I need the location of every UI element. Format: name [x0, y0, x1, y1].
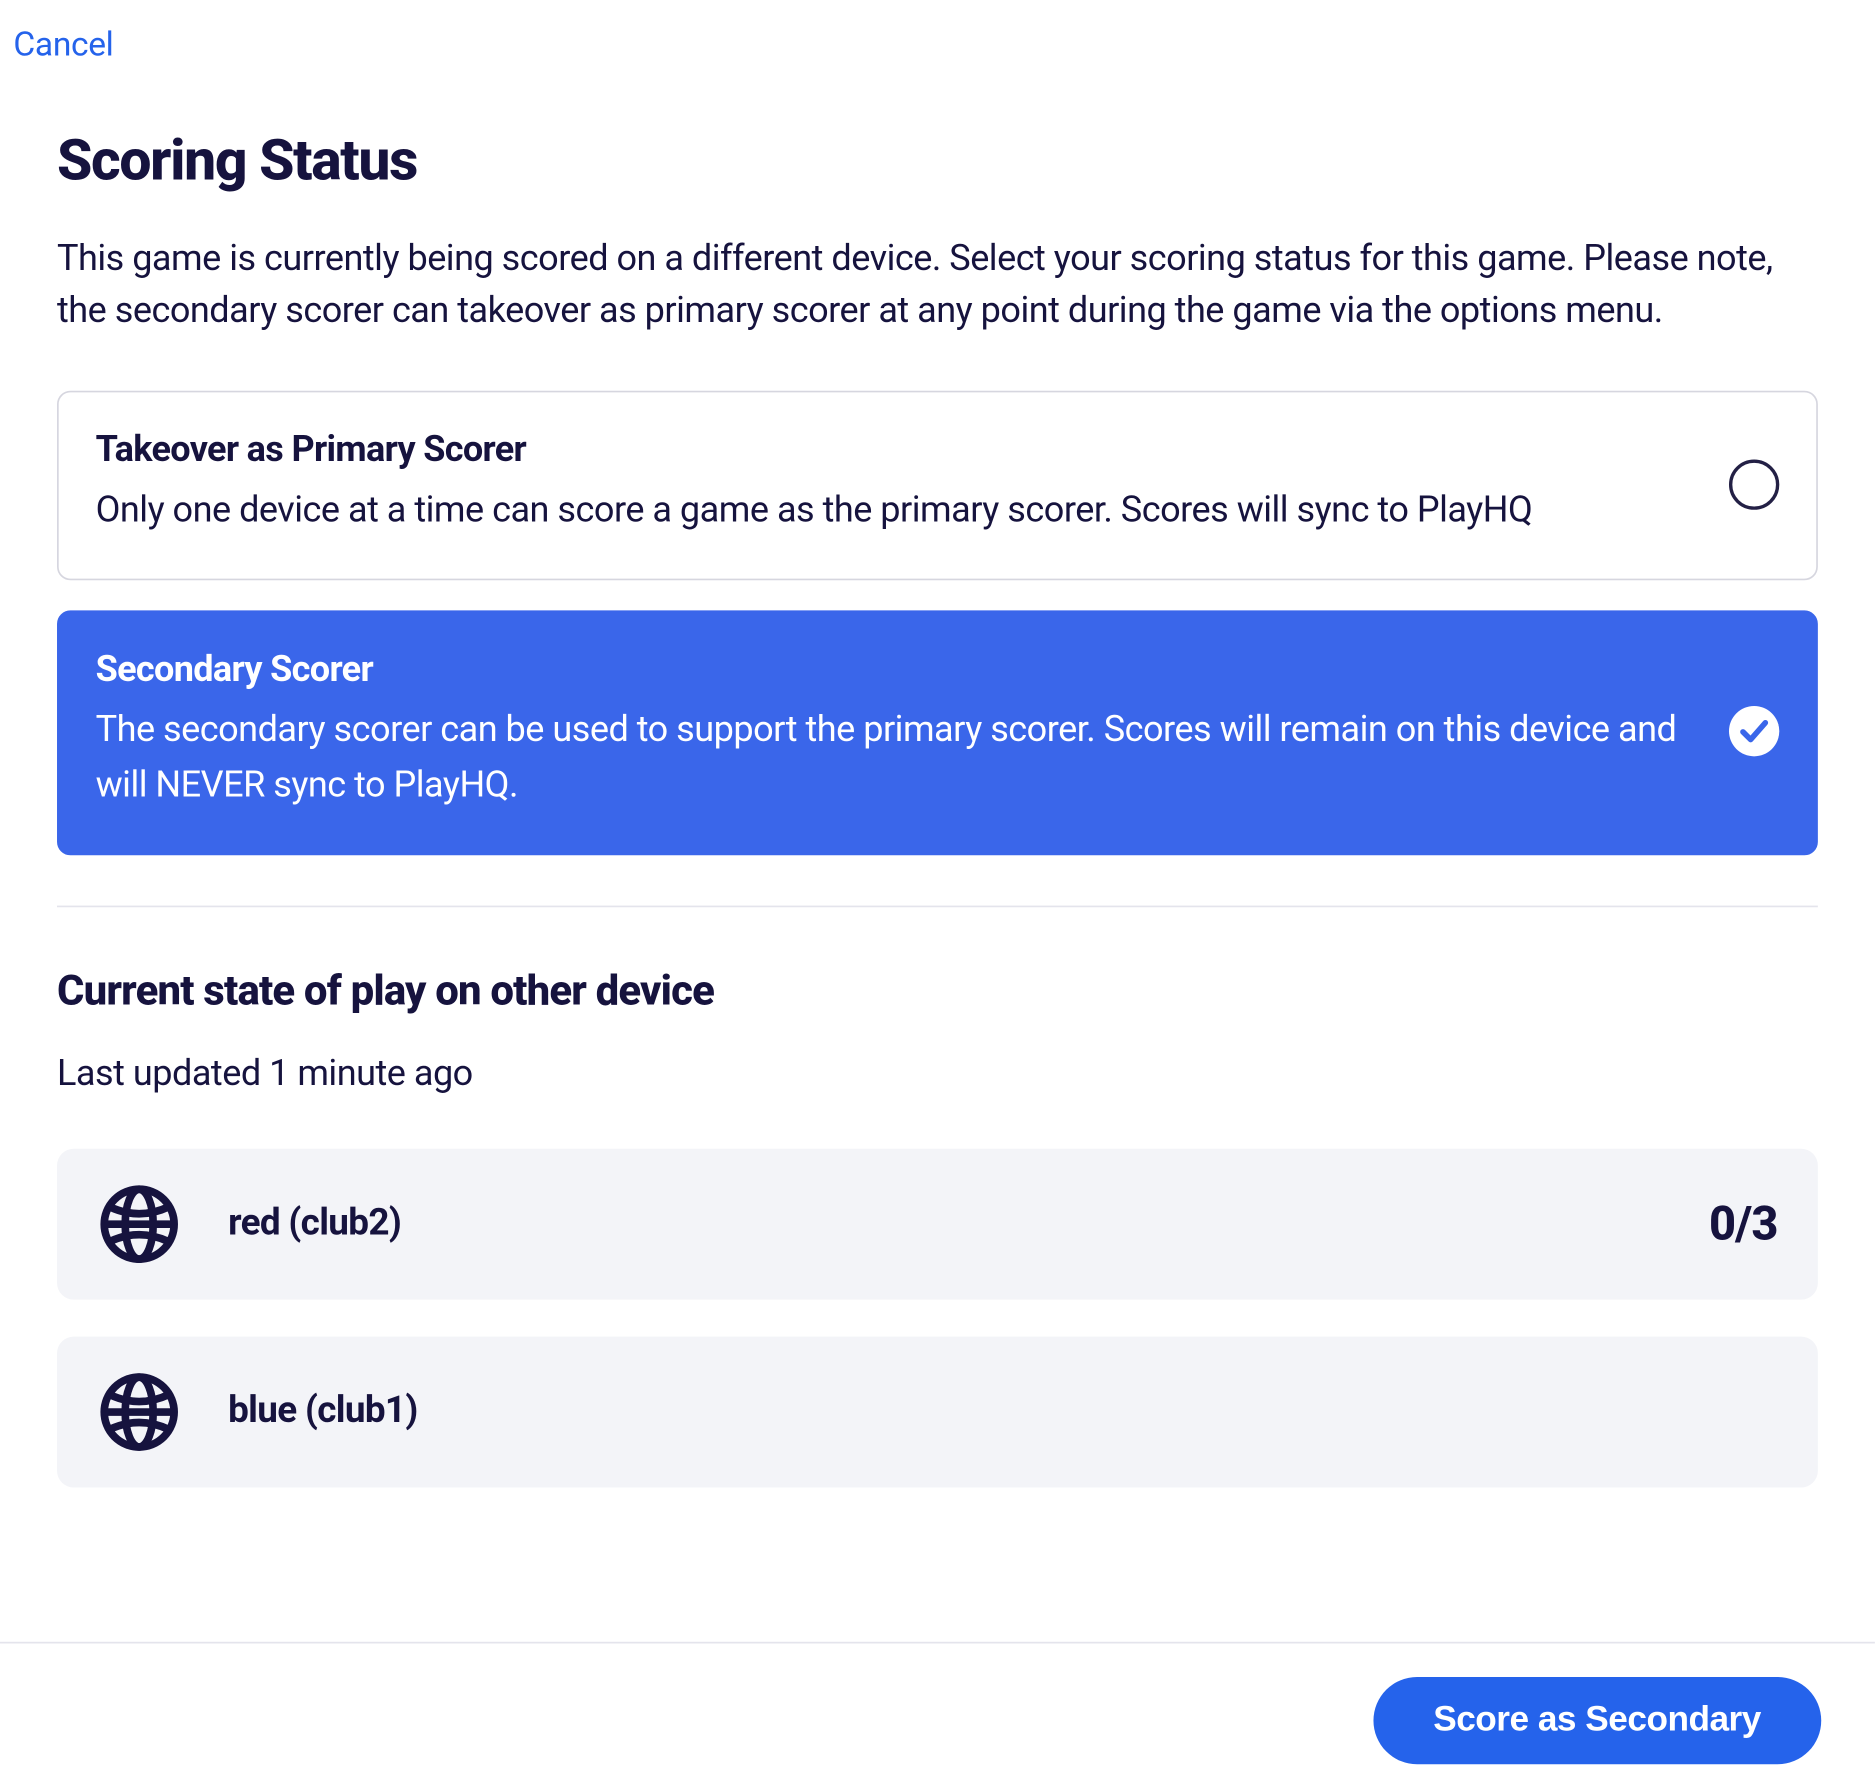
globe-icon	[97, 1370, 181, 1454]
globe-icon	[97, 1182, 181, 1266]
divider	[57, 905, 1818, 907]
state-heading: Current state of play on other device	[57, 967, 1818, 1016]
last-updated: Last updated 1 minute ago	[57, 1053, 1818, 1095]
cancel-button[interactable]: Cancel	[13, 23, 113, 63]
team-name: blue (club1)	[228, 1391, 1731, 1433]
page-title: Scoring Status	[57, 127, 1818, 194]
score-as-secondary-button[interactable]: Score as Secondary	[1373, 1677, 1821, 1764]
intro-text: This game is currently being scored on a…	[57, 235, 1818, 337]
option-title: Secondary Scorer	[96, 649, 1696, 691]
team-row: blue (club1)	[57, 1336, 1818, 1487]
option-secondary-scorer[interactable]: Secondary Scorer The secondary scorer ca…	[57, 611, 1818, 855]
team-row: red (club2) 0/3	[57, 1148, 1818, 1299]
option-title: Takeover as Primary Scorer	[96, 429, 1696, 471]
radio-checked-icon	[1729, 706, 1779, 756]
footer-bar: Score as Secondary	[0, 1642, 1875, 1788]
option-primary-scorer[interactable]: Takeover as Primary Scorer Only one devi…	[57, 391, 1818, 581]
radio-unchecked-icon	[1729, 459, 1779, 509]
team-score: 0/3	[1709, 1196, 1778, 1251]
option-desc: The secondary scorer can be used to supp…	[96, 705, 1696, 813]
option-desc: Only one device at a time can score a ga…	[96, 485, 1696, 539]
team-name: red (club2)	[228, 1203, 1662, 1245]
